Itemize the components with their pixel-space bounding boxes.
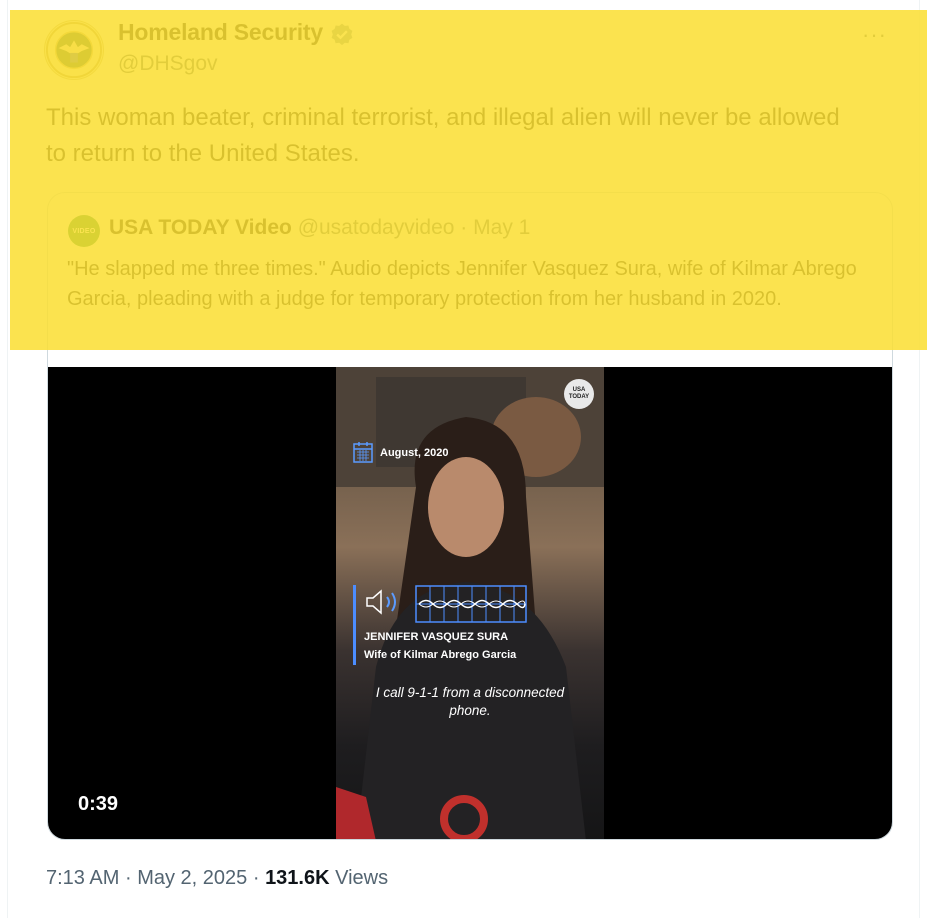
quoted-tweet[interactable]: VIDEO USA TODAY Video @usatodayvideo · M… [47,192,893,840]
quoted-display-name[interactable]: USA TODAY Video [109,216,292,239]
quoted-tweet-header: USA TODAY Video @usatodayvideo · May 1 [109,216,530,240]
usatoday-video-avatar[interactable]: VIDEO [68,215,100,247]
post-date[interactable]: May 2, 2025 [137,867,247,889]
display-name[interactable]: Homeland Security [118,19,323,46]
calendar-icon [353,442,373,463]
speaker-icon [366,589,396,615]
person-title-caption: Wife of Kilmar Abrego Garcia [364,649,517,661]
video-player[interactable]: August, 2020 USA TODAY JENNIFER VASQUEZ … [48,367,892,839]
separator-dot: · [124,867,132,889]
separator-dot: · [252,867,260,889]
video-frame[interactable]: August, 2020 USA TODAY JENNIFER VASQUEZ … [336,367,604,839]
overlay-date: August, 2020 [380,447,449,459]
dhs-seal-icon [45,21,103,79]
more-options-icon[interactable]: ··· [862,22,887,48]
user-handle[interactable]: @DHSgov [118,52,218,76]
verified-badge-icon [331,23,353,46]
lower-third-accent-bar [353,585,356,665]
tweet-text: This woman beater, criminal terrorist, a… [46,104,840,167]
card-border [7,0,8,918]
quoted-tweet-text: "He slapped me three times." Audio depic… [67,258,857,310]
usa-today-logo: USA TODAY [564,379,594,409]
post-time[interactable]: 7:13 AM [46,867,119,889]
quoted-handle[interactable]: @usatodayvideo [298,216,455,239]
video-subtitle: I call 9-1-1 from a disconnected phone. [375,685,565,718]
views-count: 131.6K [265,867,330,889]
card-border [919,0,920,918]
views-label: Views [335,867,389,889]
quoted-date[interactable]: May 1 [473,216,530,239]
separator-dot: · [460,216,468,239]
audio-waveform-icon [415,585,527,623]
person-name-caption: JENNIFER VASQUEZ SURA [364,631,509,643]
tweet-metadata: 7:13 AM · May 2, 2025 · 131.6K Views [46,867,388,890]
dhs-seal-avatar[interactable] [44,20,104,80]
video-duration: 0:39 [78,793,119,815]
